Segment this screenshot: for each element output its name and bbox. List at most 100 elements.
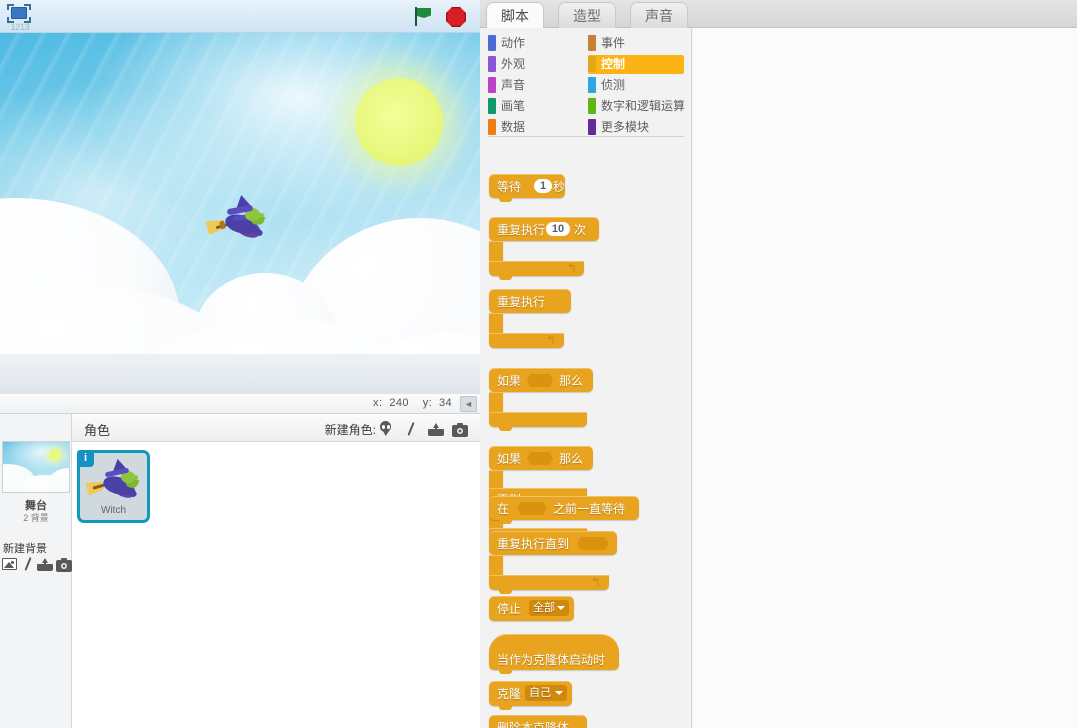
sprite-panel-title: 角色 — [84, 423, 111, 438]
category-label: 控制 — [601, 57, 626, 71]
category-sound[interactable]: 声音 — [488, 76, 584, 95]
dropdown-value: 自己 — [529, 687, 551, 699]
palette-block-if-else[interactable]: 如果 那么 — [489, 446, 593, 470]
c-block-arm — [489, 313, 503, 333]
mouse-coordinates: x: 240 y: 34 — [373, 397, 452, 409]
palette-block-repeat-until[interactable]: 重复执行直到 — [489, 531, 617, 555]
block-label: 克隆 — [497, 687, 522, 701]
block-label: 删除本克隆体 — [497, 721, 570, 728]
palette-block-wait[interactable]: 等待 1 秒 — [489, 174, 566, 202]
stage-canvas[interactable] — [0, 33, 480, 394]
category-swatch — [488, 77, 496, 93]
category-events[interactable]: 事件 — [588, 34, 684, 53]
palette-block-create-clone[interactable]: 克隆 自己 — [489, 681, 572, 710]
palette-block-delete-clone[interactable]: 删除本克隆体 — [489, 715, 587, 728]
dropdown-value: 全部 — [533, 602, 555, 614]
c-block-arm — [489, 392, 503, 412]
block-label: 如果 — [497, 374, 522, 388]
block-input-duration[interactable]: 1 — [534, 179, 552, 193]
stop-target-dropdown[interactable]: 全部 — [529, 600, 569, 616]
category-looks[interactable]: 外观 — [488, 55, 584, 74]
category-sensing[interactable]: 侦测 — [588, 76, 684, 95]
picture-icon[interactable] — [2, 558, 17, 570]
tab-scripts[interactable]: 脚本 — [486, 2, 544, 28]
c-block-foot: ↰ — [489, 261, 584, 280]
category-swatch — [588, 56, 596, 72]
clone-target-dropdown[interactable]: 自己 — [525, 685, 567, 701]
boolean-slot[interactable] — [517, 502, 547, 515]
sprite-list-item-witch[interactable]: i Witch — [77, 450, 150, 523]
new-backdrop-label: 新建背景 — [3, 543, 47, 555]
c-block-foot: ↰ — [489, 333, 564, 348]
paintbrush-icon[interactable] — [21, 557, 35, 571]
editor-panel: 脚本 造型 声音 动作 事件 外观 控制 声音 侦测 画笔 数字和逻辑运算 数据… — [480, 0, 1077, 728]
stage-thumbnail-item[interactable]: 舞台 2 背景 — [2, 441, 70, 531]
block-label: 停止 — [497, 602, 522, 616]
category-pen[interactable]: 画笔 — [488, 97, 584, 116]
block-label: 重复执行直到 — [497, 537, 570, 551]
c-block-arm — [489, 241, 503, 261]
upload-icon[interactable] — [37, 558, 53, 571]
loop-arrow-icon: ↰ — [546, 333, 557, 347]
block-input-times[interactable]: 10 — [546, 222, 570, 236]
block-label: 等待 — [497, 180, 522, 194]
category-label: 事件 — [601, 36, 626, 50]
c-block-arm — [489, 470, 503, 488]
tab-sounds[interactable]: 声音 — [630, 2, 688, 28]
category-data[interactable]: 数据 — [488, 118, 584, 137]
c-block-arm — [489, 555, 503, 575]
category-motion[interactable]: 动作 — [488, 34, 584, 53]
palette-blocks: 等待 1 秒 重复执行 10 次 ↰ 重复执行 ↰ 如果 那么 如果 那么 在 … — [480, 146, 691, 728]
fullscreen-label: 1213 — [10, 22, 30, 32]
palette-divider — [488, 136, 684, 137]
green-flag-icon[interactable] — [412, 6, 434, 28]
category-label: 画笔 — [501, 99, 526, 113]
boolean-slot[interactable] — [527, 452, 553, 465]
category-swatch — [488, 119, 496, 135]
block-label: 秒 — [553, 180, 566, 194]
stop-sign-icon[interactable] — [446, 7, 466, 27]
stage-thumbnail-image — [2, 441, 70, 493]
tab-costumes[interactable]: 造型 — [558, 2, 616, 28]
category-swatch — [488, 98, 496, 114]
palette-block-wait-until[interactable]: 在 之前一直等待 — [489, 496, 639, 524]
palette-block-when-clone[interactable]: 当作为克隆体启动时 — [489, 634, 619, 674]
camera-icon[interactable] — [56, 557, 72, 572]
category-label: 更多模块 — [601, 120, 650, 134]
sprite-panel-header: 角色 新建角色: — [72, 414, 480, 442]
block-label: 重复执行 — [497, 223, 546, 237]
boolean-slot[interactable] — [527, 374, 553, 387]
category-label: 外观 — [501, 57, 526, 71]
new-sprite-icon[interactable] — [378, 421, 393, 436]
category-label: 声音 — [501, 78, 526, 92]
palette-block-repeat[interactable]: 重复执行 10 次 — [489, 217, 599, 241]
collapse-arrow-icon[interactable]: ◄ — [460, 396, 477, 412]
category-control[interactable]: 控制 — [588, 55, 684, 74]
palette-block-stop[interactable]: 停止 全部 — [489, 596, 574, 621]
sprite-panel: 角色 新建角色: i Witch — [72, 414, 480, 728]
category-more-blocks[interactable]: 更多模块 — [588, 118, 684, 137]
fullscreen-icon[interactable]: 1213 — [4, 3, 34, 32]
block-label: 那么 — [559, 374, 584, 388]
script-canvas[interactable]: 当 被点击 将角色的大小设定为 40 移到 x: -240 y: -180 — [693, 28, 1077, 728]
upload-icon[interactable] — [428, 423, 444, 436]
block-label: 当作为克隆体启动时 — [497, 653, 606, 667]
block-label: 重复执行 — [497, 295, 546, 309]
block-label: 那么 — [559, 452, 584, 466]
boolean-slot[interactable] — [577, 537, 609, 550]
palette-block-forever[interactable]: 重复执行 — [489, 289, 571, 313]
block-label: 之前一直等待 — [553, 502, 626, 516]
block-label: 在 — [497, 502, 510, 516]
palette-block-if[interactable]: 如果 那么 — [489, 368, 593, 392]
paintbrush-icon[interactable] — [404, 422, 418, 436]
camera-icon[interactable] — [452, 422, 468, 437]
category-operators[interactable]: 数字和逻辑运算 — [588, 97, 691, 116]
new-sprite-label: 新建角色: — [324, 423, 376, 437]
witch-sprite[interactable] — [207, 195, 273, 245]
stage-selector-panel: 舞台 2 背景 新建背景 — [0, 414, 72, 728]
category-swatch — [588, 119, 596, 135]
editor-tabbar: 脚本 造型 声音 — [480, 0, 1077, 28]
block-palette: 动作 事件 外观 控制 声音 侦测 画笔 数字和逻辑运算 数据 更多模块 等待 … — [480, 28, 692, 728]
stage-column: 1213 x: 240 y: 34 ◄ 舞台 2 背景 新建背景 角色 新建角色… — [0, 0, 480, 728]
flag-cloth — [417, 8, 431, 18]
